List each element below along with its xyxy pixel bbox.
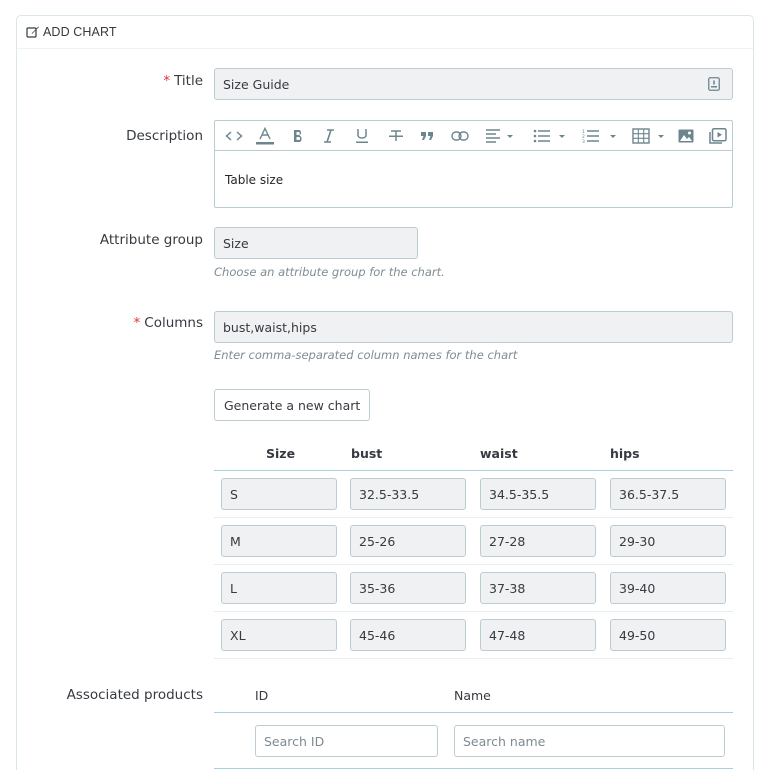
strikethrough-icon[interactable]	[388, 126, 404, 146]
size-cell[interactable]	[221, 572, 337, 604]
row-divider	[214, 611, 733, 612]
table-header-divider	[214, 470, 733, 471]
waist-cell[interactable]	[480, 478, 596, 510]
required-asterisk: *	[133, 315, 141, 331]
size-cell[interactable]	[221, 619, 337, 651]
attribute-group-hint: Choose an attribute group for the chart.	[214, 265, 445, 279]
description-editor[interactable]: 123 Table size	[214, 120, 733, 208]
waist-cell[interactable]	[480, 619, 596, 651]
hips-cell[interactable]	[610, 619, 726, 651]
title-input[interactable]	[214, 68, 733, 100]
columns-input[interactable]	[214, 311, 733, 343]
search-id-input[interactable]	[255, 725, 438, 757]
edit-icon	[26, 26, 39, 38]
associated-name-header: Name	[454, 688, 491, 703]
editor-toolbar: 123	[215, 121, 732, 151]
bust-cell[interactable]	[350, 619, 466, 651]
associated-footer-divider	[214, 768, 733, 769]
size-table-header: bust	[351, 446, 383, 461]
bold-icon[interactable]	[292, 126, 304, 146]
generate-chart-button[interactable]: Generate a new chart	[214, 389, 371, 421]
row-divider	[214, 658, 733, 659]
size-table-header: waist	[480, 446, 518, 461]
link-icon[interactable]	[451, 126, 469, 146]
video-icon[interactable]	[709, 126, 727, 146]
blockquote-icon[interactable]	[420, 126, 434, 146]
size-table-header: Size	[266, 446, 296, 461]
associated-header-divider	[214, 712, 733, 713]
waist-cell[interactable]	[480, 525, 596, 557]
svg-text:3: 3	[582, 139, 585, 144]
ordered-list-icon[interactable]: 123	[582, 126, 616, 146]
bust-cell[interactable]	[350, 525, 466, 557]
search-name-input[interactable]	[454, 725, 725, 757]
attribute-group-input[interactable]	[214, 227, 418, 259]
size-table-header: hips	[610, 446, 640, 461]
columns-hint: Enter comma-separated column names for t…	[214, 348, 518, 362]
unordered-list-icon[interactable]	[533, 126, 565, 146]
font-color-icon[interactable]	[255, 126, 275, 146]
waist-cell[interactable]	[480, 572, 596, 604]
panel-header: ADD CHART	[17, 16, 753, 49]
hips-cell[interactable]	[610, 525, 726, 557]
align-icon[interactable]	[485, 126, 513, 146]
row-divider	[214, 517, 733, 518]
required-asterisk: *	[163, 73, 171, 89]
translate-icon[interactable]	[708, 77, 720, 91]
bust-cell[interactable]	[350, 572, 466, 604]
bust-cell[interactable]	[350, 478, 466, 510]
italic-icon[interactable]	[323, 126, 335, 146]
editor-content[interactable]: Table size	[225, 173, 283, 187]
title-label: * Title	[163, 73, 203, 89]
description-label: Description	[126, 128, 203, 144]
size-cell[interactable]	[221, 478, 337, 510]
row-divider	[214, 564, 733, 565]
panel-title: ADD CHART	[43, 25, 117, 39]
code-view-icon[interactable]	[225, 126, 243, 146]
associated-products-label: Associated products	[66, 687, 203, 703]
underline-icon[interactable]	[355, 126, 369, 146]
hips-cell[interactable]	[610, 478, 726, 510]
associated-id-header: ID	[255, 688, 269, 703]
table-icon[interactable]	[632, 126, 666, 146]
attribute-group-label: Attribute group	[99, 232, 203, 248]
size-cell[interactable]	[221, 525, 337, 557]
image-icon[interactable]	[678, 126, 694, 146]
columns-label: * Columns	[133, 315, 203, 331]
hips-cell[interactable]	[610, 572, 726, 604]
